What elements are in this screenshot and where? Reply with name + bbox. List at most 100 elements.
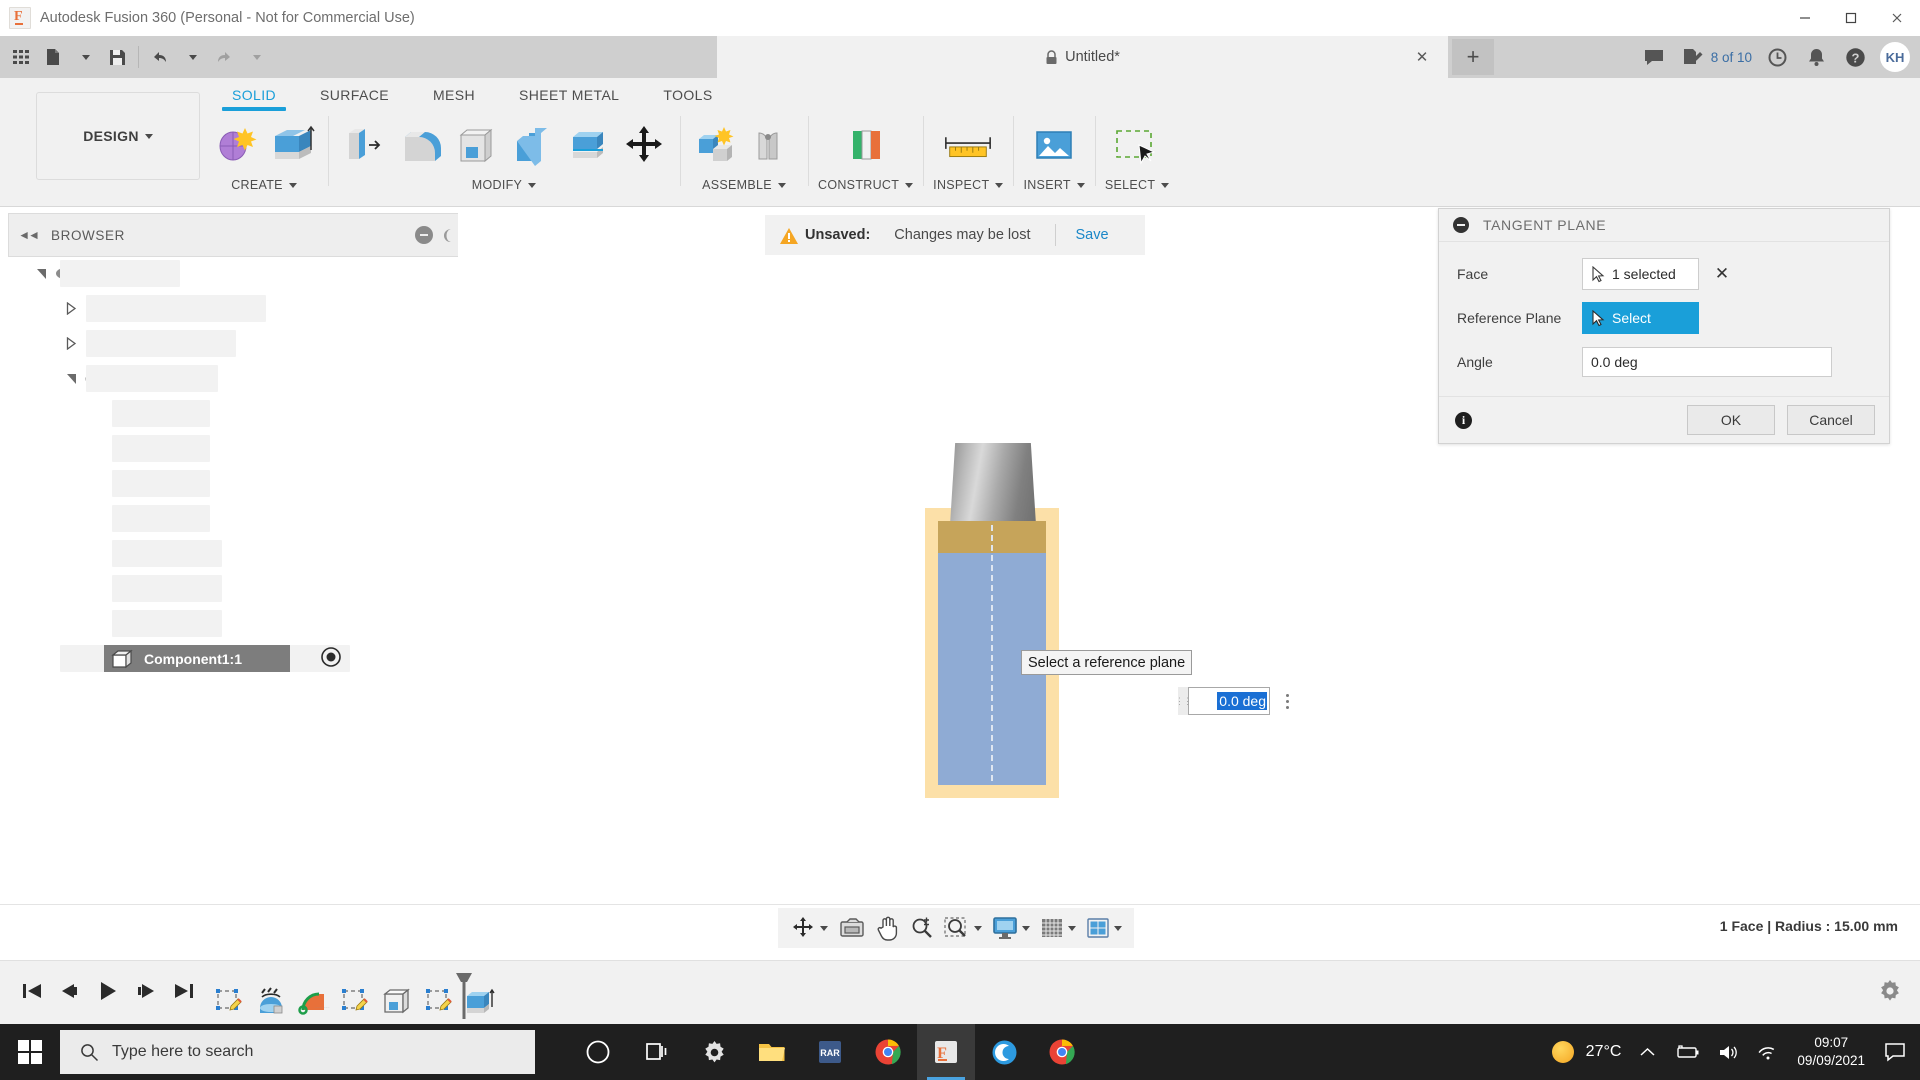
save-icon[interactable] — [102, 41, 132, 73]
undo-dropdown[interactable] — [177, 41, 207, 73]
shell-icon[interactable] — [450, 116, 502, 174]
grid-snaps-icon[interactable] — [1036, 912, 1080, 944]
panel-modify-label[interactable]: MODIFY — [472, 178, 537, 192]
fillet-icon[interactable] — [394, 116, 446, 174]
inline-angle-input[interactable]: 0.0 deg — [1188, 687, 1270, 715]
tree-item-axis-z[interactable]: Z — [8, 501, 458, 536]
settings-gear-icon[interactable] — [685, 1024, 743, 1080]
move-copy-icon[interactable] — [618, 116, 670, 174]
search-input[interactable]: Type here to search — [60, 1030, 535, 1074]
tree-item-named-views[interactable]: Named Views — [8, 326, 458, 361]
pan-hand-icon[interactable] — [872, 912, 904, 944]
sketch-icon[interactable] — [212, 981, 246, 1021]
wifi-icon[interactable] — [1748, 1024, 1787, 1080]
weather-widget[interactable]: 27°C — [1543, 1024, 1631, 1080]
expander-right-icon[interactable] — [60, 337, 82, 350]
panel-grip[interactable]: ❨ — [441, 227, 453, 244]
create-sketch-icon[interactable] — [210, 116, 262, 174]
new-component-icon[interactable] — [690, 116, 742, 174]
tab-tools[interactable]: TOOLS — [641, 82, 734, 109]
panel-create-label[interactable]: CREATE — [231, 178, 297, 192]
bell-icon[interactable] — [1798, 40, 1834, 74]
viewports-icon[interactable] — [1082, 912, 1126, 944]
document-tab[interactable]: Untitled* ✕ — [717, 36, 1448, 78]
action-center-icon[interactable] — [1875, 1024, 1920, 1080]
look-at-icon[interactable] — [834, 912, 870, 944]
shell-icon[interactable] — [380, 981, 414, 1021]
file-explorer-icon[interactable] — [743, 1024, 801, 1080]
save-link[interactable]: Save — [1076, 227, 1109, 243]
expander-right-icon[interactable] — [60, 302, 82, 315]
cancel-button[interactable]: Cancel — [1787, 405, 1875, 435]
go-to-beginning-icon[interactable] — [20, 981, 44, 1006]
help-icon[interactable]: ? — [1837, 40, 1873, 74]
face-clear-button[interactable]: ✕ — [1713, 264, 1731, 284]
tree-item-plane-yz[interactable]: YZ — [8, 606, 458, 641]
display-settings-icon[interactable] — [988, 912, 1034, 944]
avatar[interactable]: KH — [1880, 42, 1910, 72]
activate-component-icon[interactable] — [320, 646, 342, 671]
new-document-icon[interactable] — [38, 41, 68, 73]
panel-assemble-label[interactable]: ASSEMBLE — [702, 178, 786, 192]
model-preview[interactable] — [925, 443, 1060, 798]
zoom-window-icon[interactable] — [940, 912, 986, 944]
inline-angle-input-group[interactable]: ⋮⋮ 0.0 deg — [1175, 687, 1298, 715]
extrude-icon[interactable] — [266, 116, 318, 174]
press-pull-icon[interactable] — [338, 116, 390, 174]
step-forward-icon[interactable] — [134, 981, 158, 1006]
cortana-icon[interactable] — [569, 1024, 627, 1080]
panel-insert-label[interactable]: INSERT — [1023, 178, 1085, 192]
play-icon[interactable] — [96, 980, 120, 1007]
collapse-left-icon[interactable]: ◄◄ — [9, 228, 41, 242]
panel-inspect-label[interactable]: INSPECT — [933, 178, 1004, 192]
more-options-icon[interactable] — [1276, 693, 1298, 709]
minimize-icon[interactable] — [415, 226, 433, 244]
draft-icon[interactable] — [506, 116, 558, 174]
close-button[interactable] — [1874, 0, 1920, 36]
tab-surface[interactable]: SURFACE — [298, 82, 411, 109]
tree-item-origin-point[interactable]: O — [8, 396, 458, 431]
timeline-marker-icon[interactable] — [452, 971, 474, 1019]
undo-icon[interactable] — [145, 41, 175, 73]
task-view-icon[interactable] — [627, 1024, 685, 1080]
collapse-icon[interactable] — [1453, 217, 1469, 233]
tab-sheet-metal[interactable]: SHEET METAL — [497, 82, 641, 109]
orbit-icon[interactable] — [786, 912, 832, 944]
cisco-webex-icon[interactable] — [975, 1024, 1033, 1080]
reference-plane-select-button[interactable]: Select — [1582, 302, 1699, 334]
tree-item-axis-x[interactable]: X — [8, 431, 458, 466]
comment-icon[interactable] — [1636, 40, 1672, 74]
zoom-icon[interactable] — [906, 912, 938, 944]
chrome-icon[interactable] — [859, 1024, 917, 1080]
battery-charging-icon[interactable] — [1665, 1024, 1709, 1080]
show-hidden-icons-icon[interactable] — [1630, 1024, 1665, 1080]
clock[interactable]: 09:07 09/09/2021 — [1787, 1034, 1875, 1070]
scale-icon[interactable] — [562, 116, 614, 174]
sketch-icon[interactable] — [422, 981, 456, 1021]
windows-start-icon[interactable] — [0, 1024, 60, 1080]
sketch-icon[interactable] — [338, 981, 372, 1021]
workspace-switcher[interactable]: DESIGN — [36, 92, 200, 180]
tree-item-plane-xz[interactable]: XZ — [8, 571, 458, 606]
job-status-icon[interactable] — [1675, 40, 1711, 74]
minimize-button[interactable] — [1782, 0, 1828, 36]
document-tab-close[interactable]: ✕ — [1412, 47, 1432, 67]
go-to-end-icon[interactable] — [172, 981, 196, 1006]
tab-solid[interactable]: SOLID — [210, 82, 298, 111]
face-select-button[interactable]: 1 selected — [1582, 258, 1699, 290]
tree-item-plane-xy[interactable]: XY — [8, 536, 458, 571]
new-tab-button[interactable]: + — [1452, 39, 1494, 75]
expander-down-icon[interactable] — [60, 373, 82, 384]
tree-item-unsaved[interactable]: (Unsaved) — [8, 256, 458, 291]
tree-item-origin[interactable]: Origin — [8, 361, 458, 396]
fillet-icon[interactable] — [296, 981, 330, 1021]
joint-icon[interactable] — [746, 116, 798, 174]
volume-icon[interactable] — [1709, 1024, 1748, 1080]
angle-input[interactable]: 0.0 deg — [1582, 347, 1832, 377]
measure-icon[interactable] — [942, 116, 994, 174]
step-back-icon[interactable] — [58, 981, 82, 1006]
tree-item-document-settings[interactable]: Document Settings — [8, 291, 458, 326]
timeline-settings-icon[interactable] — [1876, 977, 1904, 1005]
winrar-icon[interactable]: RAR — [801, 1024, 859, 1080]
chrome-icon[interactable] — [1033, 1024, 1091, 1080]
